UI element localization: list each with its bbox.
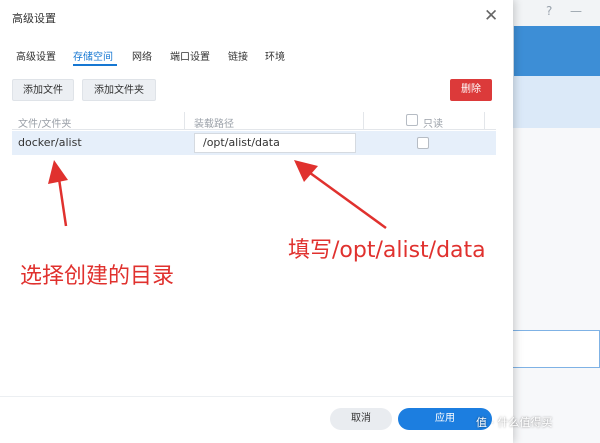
annotation-arrow-right	[294, 160, 387, 230]
annotation-arrow-left	[48, 160, 68, 227]
minimize-icon[interactable]: —	[570, 4, 582, 18]
annotation-arrows	[48, 160, 387, 230]
annotation-select-directory: 选择创建的目录	[20, 264, 175, 289]
background-header-strip	[514, 26, 600, 76]
footer-divider	[0, 396, 513, 397]
watermark: 值 · 什么值得买	[476, 416, 553, 429]
cancel-button[interactable]: 取消	[330, 408, 392, 430]
annotation-fill-path: 填写/opt/alist/data	[288, 238, 486, 263]
advanced-settings-dialog: 高级设置 ✕ 高级设置 存储空间 网络 端口设置 链接 环境 添加文件 添加文件…	[0, 0, 513, 443]
help-icon[interactable]: ?	[546, 4, 552, 18]
background-selection-box	[512, 330, 600, 368]
